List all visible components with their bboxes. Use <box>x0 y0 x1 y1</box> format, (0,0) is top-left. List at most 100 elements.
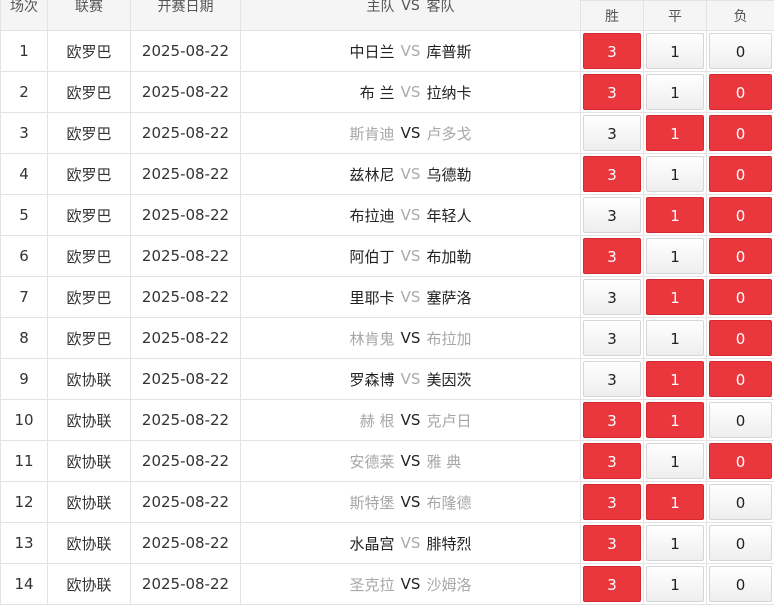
match-no: 3 <box>0 112 48 154</box>
match-teams: 斯肯迪 VS 卢多戈 <box>240 112 581 154</box>
option-draw-button[interactable]: 1 <box>646 33 704 69</box>
option-draw-button[interactable]: 1 <box>646 484 704 520</box>
option-lose-button[interactable]: 0 <box>709 361 773 397</box>
league-name: 欧罗巴 <box>47 112 131 154</box>
option-lose-button[interactable]: 0 <box>709 279 773 315</box>
option-lose-button[interactable]: 0 <box>709 566 773 602</box>
home-team: 圣克拉 <box>349 575 395 594</box>
option-win-button[interactable]: 3 <box>583 443 641 479</box>
match-no: 2 <box>0 71 48 113</box>
option-lose-button[interactable]: 0 <box>709 74 773 110</box>
match-no: 12 <box>0 481 48 523</box>
away-team: 布加勒 <box>426 247 472 266</box>
league-name: 欧协联 <box>47 440 131 482</box>
away-team: 布拉加 <box>426 329 472 348</box>
option-win-button[interactable]: 3 <box>583 279 641 315</box>
vs-label: VS <box>400 83 421 101</box>
option-win-button[interactable]: 3 <box>583 115 641 151</box>
col-header-vs: VS <box>401 0 420 14</box>
home-team: 布拉迪 <box>349 206 395 225</box>
home-team: 里耶卡 <box>349 288 395 307</box>
vs-label: VS <box>400 288 421 306</box>
table-row: 3 欧罗巴 2025-08-22 斯肯迪 VS 卢多戈 3 1 0 <box>0 112 774 154</box>
option-win-button[interactable]: 3 <box>583 566 641 602</box>
away-team: 库普斯 <box>426 42 472 61</box>
option-win-button[interactable]: 3 <box>583 74 641 110</box>
match-no: 5 <box>0 194 48 236</box>
option-win-button[interactable]: 3 <box>583 361 641 397</box>
option-lose-button[interactable]: 0 <box>709 197 773 233</box>
home-team: 安德莱 <box>349 452 395 471</box>
col-header-win: 胜 <box>580 0 644 31</box>
option-lose-button[interactable]: 0 <box>709 484 773 520</box>
home-team: 斯特堡 <box>349 493 395 512</box>
option-win-button[interactable]: 3 <box>583 156 641 192</box>
match-date: 2025-08-22 <box>130 522 241 564</box>
table-row: 8 欧罗巴 2025-08-22 林肯鬼 VS 布拉加 3 1 0 <box>0 317 774 359</box>
option-draw-button[interactable]: 1 <box>646 361 704 397</box>
option-draw-button[interactable]: 1 <box>646 156 704 192</box>
option-draw-button[interactable]: 1 <box>646 197 704 233</box>
match-teams: 中日兰 VS 库普斯 <box>240 30 581 72</box>
away-team: 美因茨 <box>426 370 472 389</box>
option-win-button[interactable]: 3 <box>583 484 641 520</box>
option-draw-button[interactable]: 1 <box>646 279 704 315</box>
match-no: 7 <box>0 276 48 318</box>
option-draw-button[interactable]: 1 <box>646 443 704 479</box>
option-lose-button[interactable]: 0 <box>709 320 773 356</box>
table-row: 13 欧协联 2025-08-22 水晶宫 VS 腓特烈 3 1 0 <box>0 522 774 564</box>
option-draw-button[interactable]: 1 <box>646 525 704 561</box>
match-no: 6 <box>0 235 48 277</box>
option-draw-button[interactable]: 1 <box>646 238 704 274</box>
option-draw-button[interactable]: 1 <box>646 320 704 356</box>
table-body: 1 欧罗巴 2025-08-22 中日兰 VS 库普斯 3 1 0 2 欧罗巴 … <box>0 30 774 605</box>
away-team: 沙姆洛 <box>426 575 472 594</box>
match-teams: 布拉迪 VS 年轻人 <box>240 194 581 236</box>
table-row: 7 欧罗巴 2025-08-22 里耶卡 VS 塞萨洛 3 1 0 <box>0 276 774 318</box>
option-win-button[interactable]: 3 <box>583 320 641 356</box>
option-draw-button[interactable]: 1 <box>646 115 704 151</box>
option-draw-button[interactable]: 1 <box>646 74 704 110</box>
col-header-home: 主队 <box>366 0 395 15</box>
option-lose-button[interactable]: 0 <box>709 156 773 192</box>
option-draw-button[interactable]: 1 <box>646 566 704 602</box>
option-lose-button[interactable]: 0 <box>709 443 773 479</box>
vs-label: VS <box>400 575 421 593</box>
away-team: 塞萨洛 <box>426 288 472 307</box>
option-win-button[interactable]: 3 <box>583 238 641 274</box>
match-teams: 圣克拉 VS 沙姆洛 <box>240 563 581 605</box>
league-name: 欧罗巴 <box>47 276 131 318</box>
option-lose-button[interactable]: 0 <box>709 33 773 69</box>
match-no: 8 <box>0 317 48 359</box>
table-row: 10 欧协联 2025-08-22 赫 根 VS 克卢日 3 1 0 <box>0 399 774 441</box>
option-win-button[interactable]: 3 <box>583 197 641 233</box>
match-date: 2025-08-22 <box>130 317 241 359</box>
away-team: 乌德勒 <box>426 165 472 184</box>
option-lose-button[interactable]: 0 <box>709 525 773 561</box>
home-team: 中日兰 <box>349 42 395 61</box>
match-no: 1 <box>0 30 48 72</box>
home-team: 水晶宫 <box>349 534 395 553</box>
table-row: 9 欧协联 2025-08-22 罗森博 VS 美因茨 3 1 0 <box>0 358 774 400</box>
table-row: 2 欧罗巴 2025-08-22 布 兰 VS 拉纳卡 3 1 0 <box>0 71 774 113</box>
league-name: 欧协联 <box>47 522 131 564</box>
option-win-button[interactable]: 3 <box>583 525 641 561</box>
home-team: 布 兰 <box>359 83 395 102</box>
match-no: 14 <box>0 563 48 605</box>
league-name: 欧罗巴 <box>47 317 131 359</box>
match-no: 13 <box>0 522 48 564</box>
match-teams: 兹林尼 VS 乌德勒 <box>240 153 581 195</box>
option-lose-button[interactable]: 0 <box>709 238 773 274</box>
option-lose-button[interactable]: 0 <box>709 115 773 151</box>
match-table: 场次 联赛 开赛日期 主队 VS 客队 选项 胜 平 负 1 欧罗巴 2025-… <box>0 0 774 605</box>
league-name: 欧协联 <box>47 399 131 441</box>
match-date: 2025-08-22 <box>130 235 241 277</box>
vs-label: VS <box>400 124 421 142</box>
col-header-match: 主队 VS 客队 <box>240 0 581 31</box>
option-lose-button[interactable]: 0 <box>709 402 773 438</box>
option-draw-button[interactable]: 1 <box>646 402 704 438</box>
option-win-button[interactable]: 3 <box>583 402 641 438</box>
option-win-button[interactable]: 3 <box>583 33 641 69</box>
match-date: 2025-08-22 <box>130 112 241 154</box>
league-name: 欧罗巴 <box>47 71 131 113</box>
